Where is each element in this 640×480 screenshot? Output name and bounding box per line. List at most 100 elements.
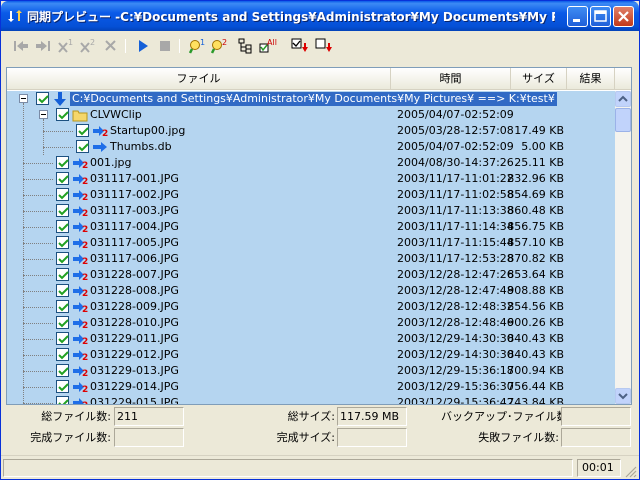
row-checkbox[interactable] xyxy=(56,188,69,201)
row-checkbox[interactable] xyxy=(56,172,69,185)
row-checkbox[interactable] xyxy=(56,332,69,345)
row-checkbox[interactable] xyxy=(36,92,49,105)
close-button[interactable] xyxy=(613,6,634,27)
table-row[interactable]: 2 031117-004.JPG 2003/11/17-11:14:34 856… xyxy=(7,219,615,235)
table-row[interactable]: 2 031228-009.JPG 2003/12/28-12:48:32 854… xyxy=(7,299,615,315)
table-row[interactable]: 2 031229-012.JPG 2003/12/29-14:30:30 840… xyxy=(7,347,615,363)
done-files-label: 完成ファイル数: xyxy=(30,431,111,444)
table-row[interactable]: 2 031117-002.JPG 2003/11/17-11:02:58 854… xyxy=(7,187,615,203)
maximize-button[interactable] xyxy=(590,6,611,27)
row-size: 854.56 KB xyxy=(507,300,564,313)
row-checkbox[interactable] xyxy=(76,140,89,153)
tree-line xyxy=(23,307,53,308)
table-row[interactable]: 2 031228-008.JPG 2003/12/28-12:47:48 908… xyxy=(7,283,615,299)
column-header-size[interactable]: サイズ xyxy=(511,68,567,90)
title-bar[interactable]: 同期プレビュー -C:¥Documents and Settings¥Admin… xyxy=(1,1,639,31)
row-name: 031229-015.JPG xyxy=(90,396,179,404)
table-row[interactable]: 2 031229-014.JPG 2003/12/29-15:36:30 756… xyxy=(7,379,615,395)
scroll-down-button[interactable] xyxy=(615,388,631,404)
row-time: 2003/12/28-12:47:26 xyxy=(397,268,514,281)
row-checkbox[interactable] xyxy=(56,252,69,265)
find-2-button[interactable]: 2 xyxy=(209,37,229,55)
row-size: 756.44 KB xyxy=(507,380,564,393)
row-checkbox[interactable] xyxy=(56,220,69,233)
copy-right-icon: 2 xyxy=(73,190,88,202)
resize-grip-icon[interactable] xyxy=(623,464,637,478)
table-row[interactable]: 2 031228-007.JPG 2003/12/28-12:47:26 853… xyxy=(7,267,615,283)
column-header-file[interactable]: ファイル xyxy=(7,68,391,90)
tree-line xyxy=(23,259,53,260)
table-row[interactable]: 2 031229-015.JPG 2003/12/29-15:36:42 743… xyxy=(7,395,615,404)
row-size: 25.11 KB xyxy=(514,156,564,169)
row-time: 2003/11/17-11:15:44 xyxy=(397,236,514,249)
column-header-time[interactable]: 時間 xyxy=(391,68,511,90)
checkmark-icon xyxy=(58,191,69,200)
row-name: Startup00.jpg xyxy=(110,124,186,137)
play-icon xyxy=(139,40,148,52)
check-all-icon: All xyxy=(259,38,277,53)
tree-view-button[interactable] xyxy=(235,37,255,55)
copy-right-icon: 2 xyxy=(73,398,88,404)
table-row[interactable]: 2 031117-005.JPG 2003/11/17-11:15:44 857… xyxy=(7,235,615,251)
x2-button[interactable]: 2 xyxy=(77,37,97,55)
row-checkbox[interactable] xyxy=(56,236,69,249)
row-checkbox[interactable] xyxy=(56,348,69,361)
row-checkbox[interactable] xyxy=(56,300,69,313)
table-row[interactable]: 2 031228-010.JPG 2003/12/28-12:48:46 900… xyxy=(7,315,615,331)
table-row[interactable]: 2 Startup00.jpg 2005/03/28-12:57:08 17.4… xyxy=(7,123,615,139)
svg-text:2: 2 xyxy=(82,257,88,266)
scroll-thumb[interactable] xyxy=(615,108,631,132)
row-checkbox[interactable] xyxy=(56,204,69,217)
backup-files-label: バックアップ･ファイル数: xyxy=(441,410,572,423)
move-right-button[interactable] xyxy=(33,37,53,55)
table-row[interactable]: 2 031117-003.JPG 2003/11/17-11:13:38 860… xyxy=(7,203,615,219)
row-checkbox[interactable] xyxy=(56,156,69,169)
collapse-toggle[interactable] xyxy=(39,110,48,119)
move-left-button[interactable] xyxy=(11,37,31,55)
row-checkbox[interactable] xyxy=(56,108,69,121)
minimize-button[interactable] xyxy=(567,6,588,27)
row-size: 856.75 KB xyxy=(507,220,564,233)
find-1-button[interactable]: 1 xyxy=(187,37,207,55)
scroll-up-button[interactable] xyxy=(615,91,631,107)
table-row[interactable]: CLVWClip 2005/04/07-02:52:09 xyxy=(7,107,615,123)
x1-button[interactable]: 1 xyxy=(55,37,75,55)
row-checkbox[interactable] xyxy=(56,284,69,297)
sync-file-list[interactable]: ファイル 時間 サイズ 結果 C:¥Documents and Settings… xyxy=(6,67,632,405)
row-checkbox[interactable] xyxy=(76,124,89,137)
check-down-button[interactable] xyxy=(289,37,309,55)
svg-text:2: 2 xyxy=(82,369,88,378)
vertical-scrollbar[interactable] xyxy=(615,91,631,404)
table-row[interactable]: 2 031117-006.JPG 2003/11/17-12:53:28 870… xyxy=(7,251,615,267)
table-row[interactable]: 2 031229-011.JPG 2003/12/29-14:30:30 840… xyxy=(7,331,615,347)
copy-right-icon: 2 xyxy=(73,238,88,250)
row-name: C:¥Documents and Settings¥Administrator¥… xyxy=(70,92,557,106)
delete-button[interactable] xyxy=(101,37,121,55)
row-checkbox[interactable] xyxy=(56,396,69,404)
row-name: 031117-003.JPG xyxy=(90,204,179,217)
collapse-toggle[interactable] xyxy=(19,94,28,103)
stop-button[interactable] xyxy=(155,37,175,55)
row-size: 860.48 KB xyxy=(507,204,564,217)
row-checkbox[interactable] xyxy=(56,268,69,281)
arrow-down-icon xyxy=(54,92,66,106)
check-all-button[interactable]: All xyxy=(257,37,277,55)
table-row[interactable]: Thumbs.db 2005/04/07-02:52:09 5.00 KB xyxy=(7,139,615,155)
row-checkbox[interactable] xyxy=(56,380,69,393)
table-row[interactable]: 2 031229-013.JPG 2003/12/29-15:36:18 700… xyxy=(7,363,615,379)
row-time: 2003/12/28-12:48:46 xyxy=(397,316,514,329)
backup-files-value xyxy=(561,407,631,426)
uncheck-down-button[interactable] xyxy=(313,37,333,55)
svg-text:2: 2 xyxy=(82,161,88,170)
copy-right-icon: 2 xyxy=(73,366,88,378)
table-row[interactable]: C:¥Documents and Settings¥Administrator¥… xyxy=(7,91,615,107)
row-checkbox[interactable] xyxy=(56,316,69,329)
play-button[interactable] xyxy=(133,37,153,55)
row-size: 870.82 KB xyxy=(507,252,564,265)
row-checkbox[interactable] xyxy=(56,364,69,377)
column-header-result[interactable]: 結果 xyxy=(567,68,615,90)
tree-line xyxy=(23,211,53,212)
table-row[interactable]: 2 031117-001.JPG 2003/11/17-11:01:22 832… xyxy=(7,171,615,187)
total-files-label: 総ファイル数: xyxy=(41,410,111,423)
table-row[interactable]: 2 001.jpg 2004/08/30-14:37:26 25.11 KB xyxy=(7,155,615,171)
